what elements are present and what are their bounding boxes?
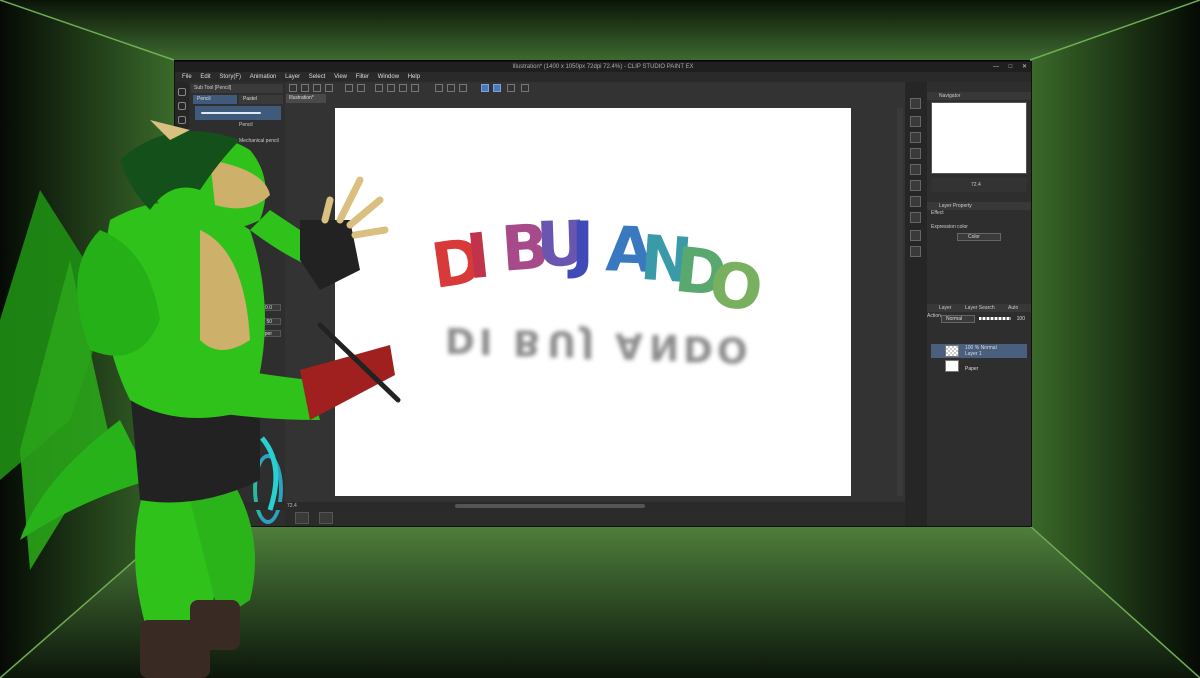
dragon-character — [0, 120, 401, 678]
menu-filter[interactable]: Filter — [356, 72, 369, 82]
effect-label: Effect — [931, 210, 944, 216]
snap-grid-icon[interactable] — [493, 84, 501, 92]
navigator-zoom[interactable]: 72.4 — [931, 178, 1027, 192]
right-panel: Navigator 72.4 Layer Property Effect Exp… — [927, 82, 1031, 526]
history-icon[interactable] — [910, 180, 921, 191]
deselect-icon[interactable] — [435, 84, 443, 92]
redo-icon[interactable] — [357, 84, 365, 92]
menu-file[interactable]: File — [182, 72, 192, 82]
menu-animation[interactable]: Animation — [250, 72, 277, 82]
invert-selection-icon[interactable] — [447, 84, 455, 92]
paper-thumbnail — [945, 360, 959, 372]
layer-row-1[interactable]: 100 % Normal Layer 1 — [931, 344, 1027, 358]
title-reflection-letter: D — [683, 327, 713, 368]
settings-icon[interactable] — [521, 84, 529, 92]
navigator-header: Navigator — [927, 92, 1031, 100]
minimize-button[interactable]: — — [993, 64, 999, 70]
crop-icon[interactable] — [411, 84, 419, 92]
zoom-tool-icon[interactable] — [178, 88, 186, 96]
title-text-group: DI BUJ ANDO — [427, 207, 767, 327]
snap-ruler-icon[interactable] — [481, 84, 489, 92]
material-icon[interactable] — [910, 164, 921, 175]
menu-view[interactable]: View — [334, 72, 347, 82]
undo-icon[interactable] — [345, 84, 353, 92]
auto-action-icon[interactable] — [910, 246, 921, 257]
title-reflection-letter: I — [479, 320, 492, 361]
tab-pencil[interactable]: Pencil — [193, 95, 237, 104]
title-letter: J — [567, 208, 594, 281]
subtool-header: Sub Tool [Pencil] — [191, 84, 283, 93]
sub-view-icon[interactable] — [910, 116, 921, 127]
title-reflection-group: DIBUJANDO — [445, 319, 748, 370]
layer-thumbnail — [945, 345, 959, 357]
menu-help[interactable]: Help — [408, 72, 420, 82]
layer-icon[interactable] — [910, 196, 921, 207]
title-reflection-letter: D — [445, 319, 475, 360]
blend-mode-select[interactable]: Normal — [941, 315, 975, 323]
export-icon[interactable] — [325, 84, 333, 92]
navigator-icon[interactable] — [910, 98, 921, 109]
expression-color-label: Expression color — [931, 224, 968, 230]
menu-story[interactable]: Story(F) — [219, 72, 241, 82]
window-title: Illustration* (1400 x 1050px 72dpi 72.4%… — [512, 64, 694, 70]
paper-layer-name: Paper — [965, 366, 979, 372]
document-tab[interactable]: Illustration* — [286, 94, 326, 103]
layer-property-header: Layer Property — [927, 202, 1031, 210]
snap-special-icon[interactable] — [507, 84, 515, 92]
right-icon-strip — [905, 82, 927, 526]
opacity-value[interactable]: 100 — [987, 315, 1025, 323]
info-icon[interactable] — [910, 132, 921, 143]
properties-icon[interactable] — [910, 212, 921, 223]
save-icon[interactable] — [313, 84, 321, 92]
menu-edit[interactable]: Edit — [200, 72, 210, 82]
color-set-icon[interactable] — [910, 230, 921, 241]
title-letter: O — [705, 247, 767, 327]
fill-icon[interactable] — [399, 84, 407, 92]
expression-color-select[interactable]: Color — [957, 233, 1001, 241]
close-button[interactable]: ✕ — [1022, 64, 1027, 70]
title-reflection-letter: U — [547, 323, 576, 364]
layer-panel-tabs: Layer Layer Search Auto Action — [927, 304, 1031, 319]
selection-border-icon[interactable] — [459, 84, 467, 92]
brush-preview-pencil[interactable] — [195, 106, 281, 120]
menu-bar: File Edit Story(F) Animation Layer Selec… — [175, 72, 1031, 82]
menu-layer[interactable]: Layer — [285, 72, 300, 82]
transform-icon[interactable] — [387, 84, 395, 92]
tab-layer-search[interactable]: Layer Search — [965, 305, 995, 311]
vertical-scrollbar[interactable] — [897, 108, 903, 496]
layer-1-name: Layer 1 — [965, 351, 982, 357]
window-titlebar: Illustration* (1400 x 1050px 72dpi 72.4%… — [175, 62, 1031, 72]
menu-select[interactable]: Select — [309, 72, 326, 82]
layer-row-paper[interactable]: Paper — [931, 359, 1027, 373]
title-reflection-letter: J — [578, 324, 594, 365]
navigator-preview[interactable] — [931, 102, 1027, 174]
clear-icon[interactable] — [375, 84, 383, 92]
title-reflection-letter: O — [717, 329, 748, 370]
title-reflection-letter: A — [615, 325, 643, 366]
move-tool-icon[interactable] — [178, 102, 186, 110]
title-reflection-letter: N — [649, 326, 679, 367]
tab-pastel[interactable]: Pastel — [239, 95, 283, 104]
open-file-icon[interactable] — [301, 84, 309, 92]
menu-window[interactable]: Window — [378, 72, 399, 82]
tab-layer[interactable]: Layer — [939, 305, 952, 311]
new-file-icon[interactable] — [289, 84, 297, 92]
item-bank-icon[interactable] — [910, 148, 921, 159]
maximize-button[interactable]: □ — [1009, 64, 1013, 70]
title-reflection-letter: B — [513, 321, 540, 362]
